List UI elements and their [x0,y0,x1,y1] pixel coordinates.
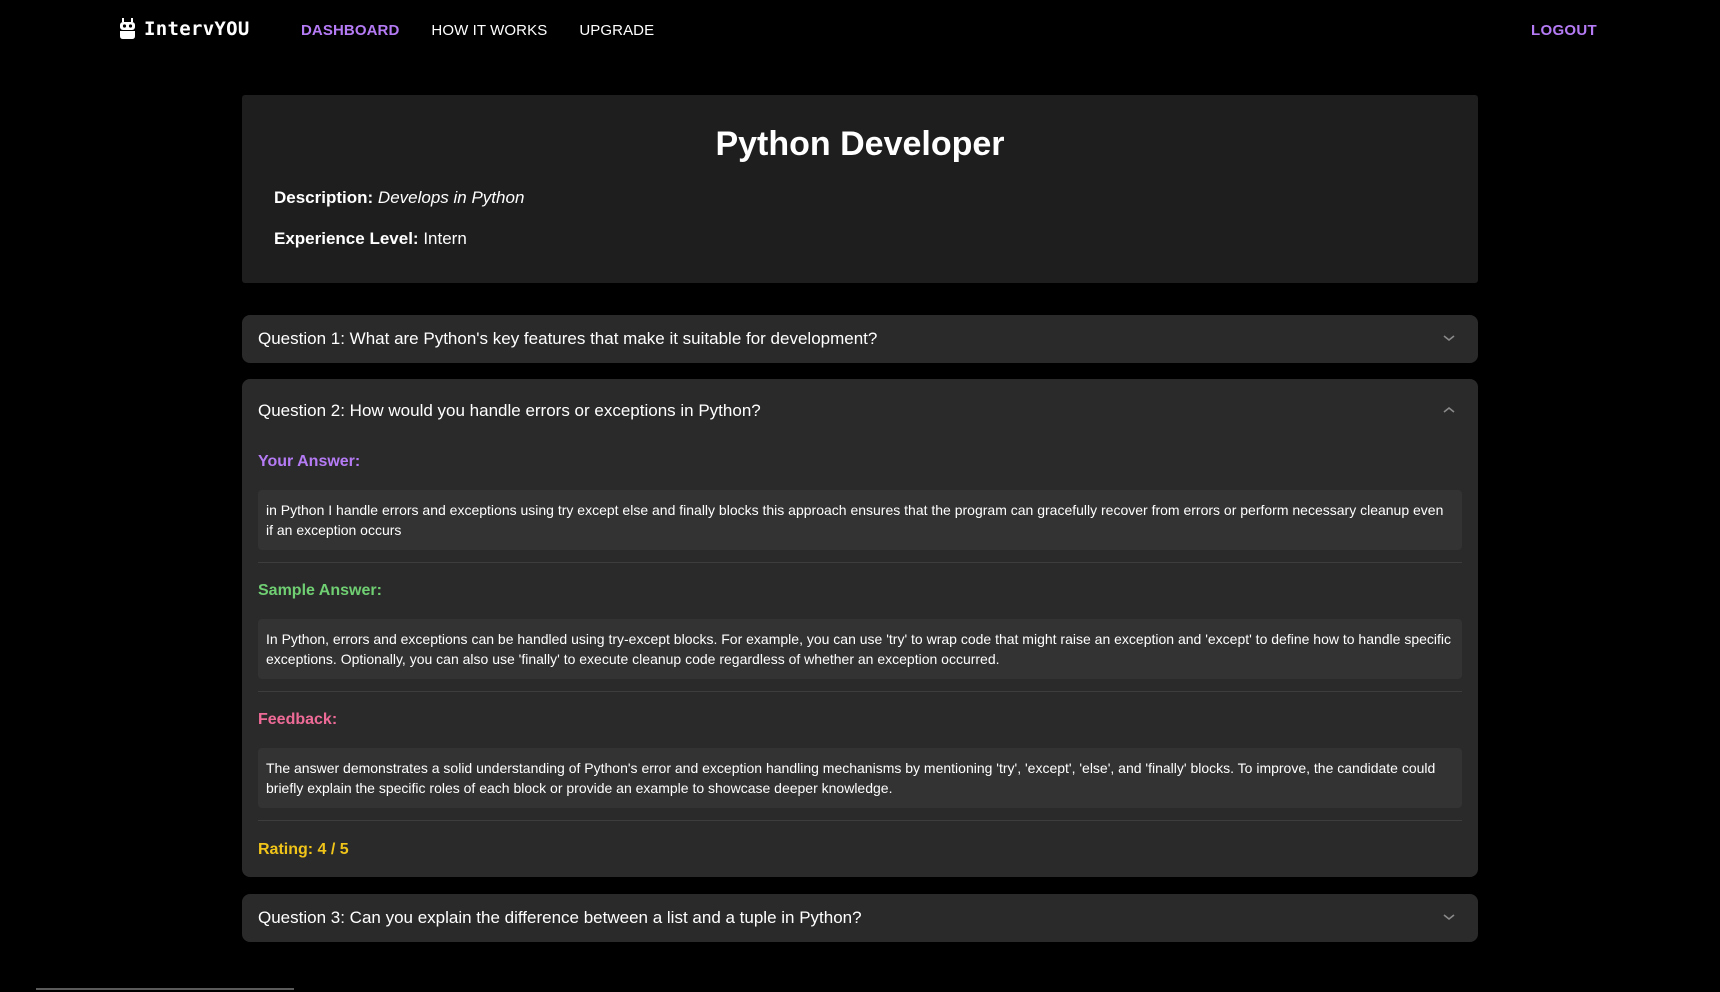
question-1-header[interactable]: Question 1: What are Python's key featur… [242,315,1478,363]
brand-name: IntervYOU [144,18,250,40]
rating-value: Rating: 4 / 5 [258,841,349,858]
feedback-text: The answer demonstrates a solid understa… [258,748,1462,808]
nav-links: DASHBOARD HOW IT WORKS UPGRADE [301,22,654,39]
description-value: Develops in Python [377,188,525,207]
logout-link[interactable]: LOGOUT [1531,22,1597,39]
feedback-section: Feedback: The answer demonstrates a soli… [258,711,1462,808]
job-info-card: Python Developer Description: Develops i… [242,95,1478,283]
job-experience-row: Experience Level: Intern [274,229,467,249]
question-card-2: Question 2: How would you handle errors … [242,379,1478,877]
question-card-3: Question 3: Can you explain the differen… [242,894,1478,942]
sample-answer-label: Sample Answer: [258,582,382,599]
robot-icon [120,18,135,39]
your-answer-text: in Python I handle errors and exceptions… [258,490,1462,550]
divider [258,562,1462,563]
your-answer-label: Your Answer: [258,453,361,470]
question-1-title: Question 1: What are Python's key featur… [258,329,878,348]
question-3-title: Question 3: Can you explain the differen… [258,908,862,927]
divider [258,820,1462,821]
job-title: Python Developer [715,125,1005,163]
question-3-header[interactable]: Question 3: Can you explain the differen… [242,894,1478,942]
horizontal-scrollbar[interactable] [36,988,294,990]
divider [258,691,1462,692]
question-2-header[interactable]: Question 2: How would you handle errors … [242,379,1478,441]
sample-answer-section: Sample Answer: In Python, errors and exc… [258,582,1462,679]
description-label: Description: [274,188,374,207]
chevron-up-icon[interactable] [1442,405,1456,415]
chevron-down-icon[interactable] [1442,333,1456,343]
experience-value: Intern [423,229,467,248]
question-2-title: Question 2: How would you handle errors … [258,401,761,420]
your-answer-section: Your Answer: in Python I handle errors a… [258,453,1462,550]
job-description-row: Description: Develops in Python [274,188,524,208]
experience-label: Experience Level: [274,229,419,248]
nav-upgrade[interactable]: UPGRADE [579,22,654,39]
nav-how-it-works[interactable]: HOW IT WORKS [431,22,547,39]
question-card-1: Question 1: What are Python's key featur… [242,315,1478,363]
nav-dashboard[interactable]: DASHBOARD [301,22,399,39]
sample-answer-text: In Python, errors and exceptions can be … [258,619,1462,679]
top-navbar: IntervYOU DASHBOARD HOW IT WORKS UPGRADE… [0,0,1720,62]
brand-logo[interactable]: IntervYOU [119,18,250,40]
chevron-down-icon[interactable] [1442,912,1456,922]
feedback-label: Feedback: [258,711,338,728]
